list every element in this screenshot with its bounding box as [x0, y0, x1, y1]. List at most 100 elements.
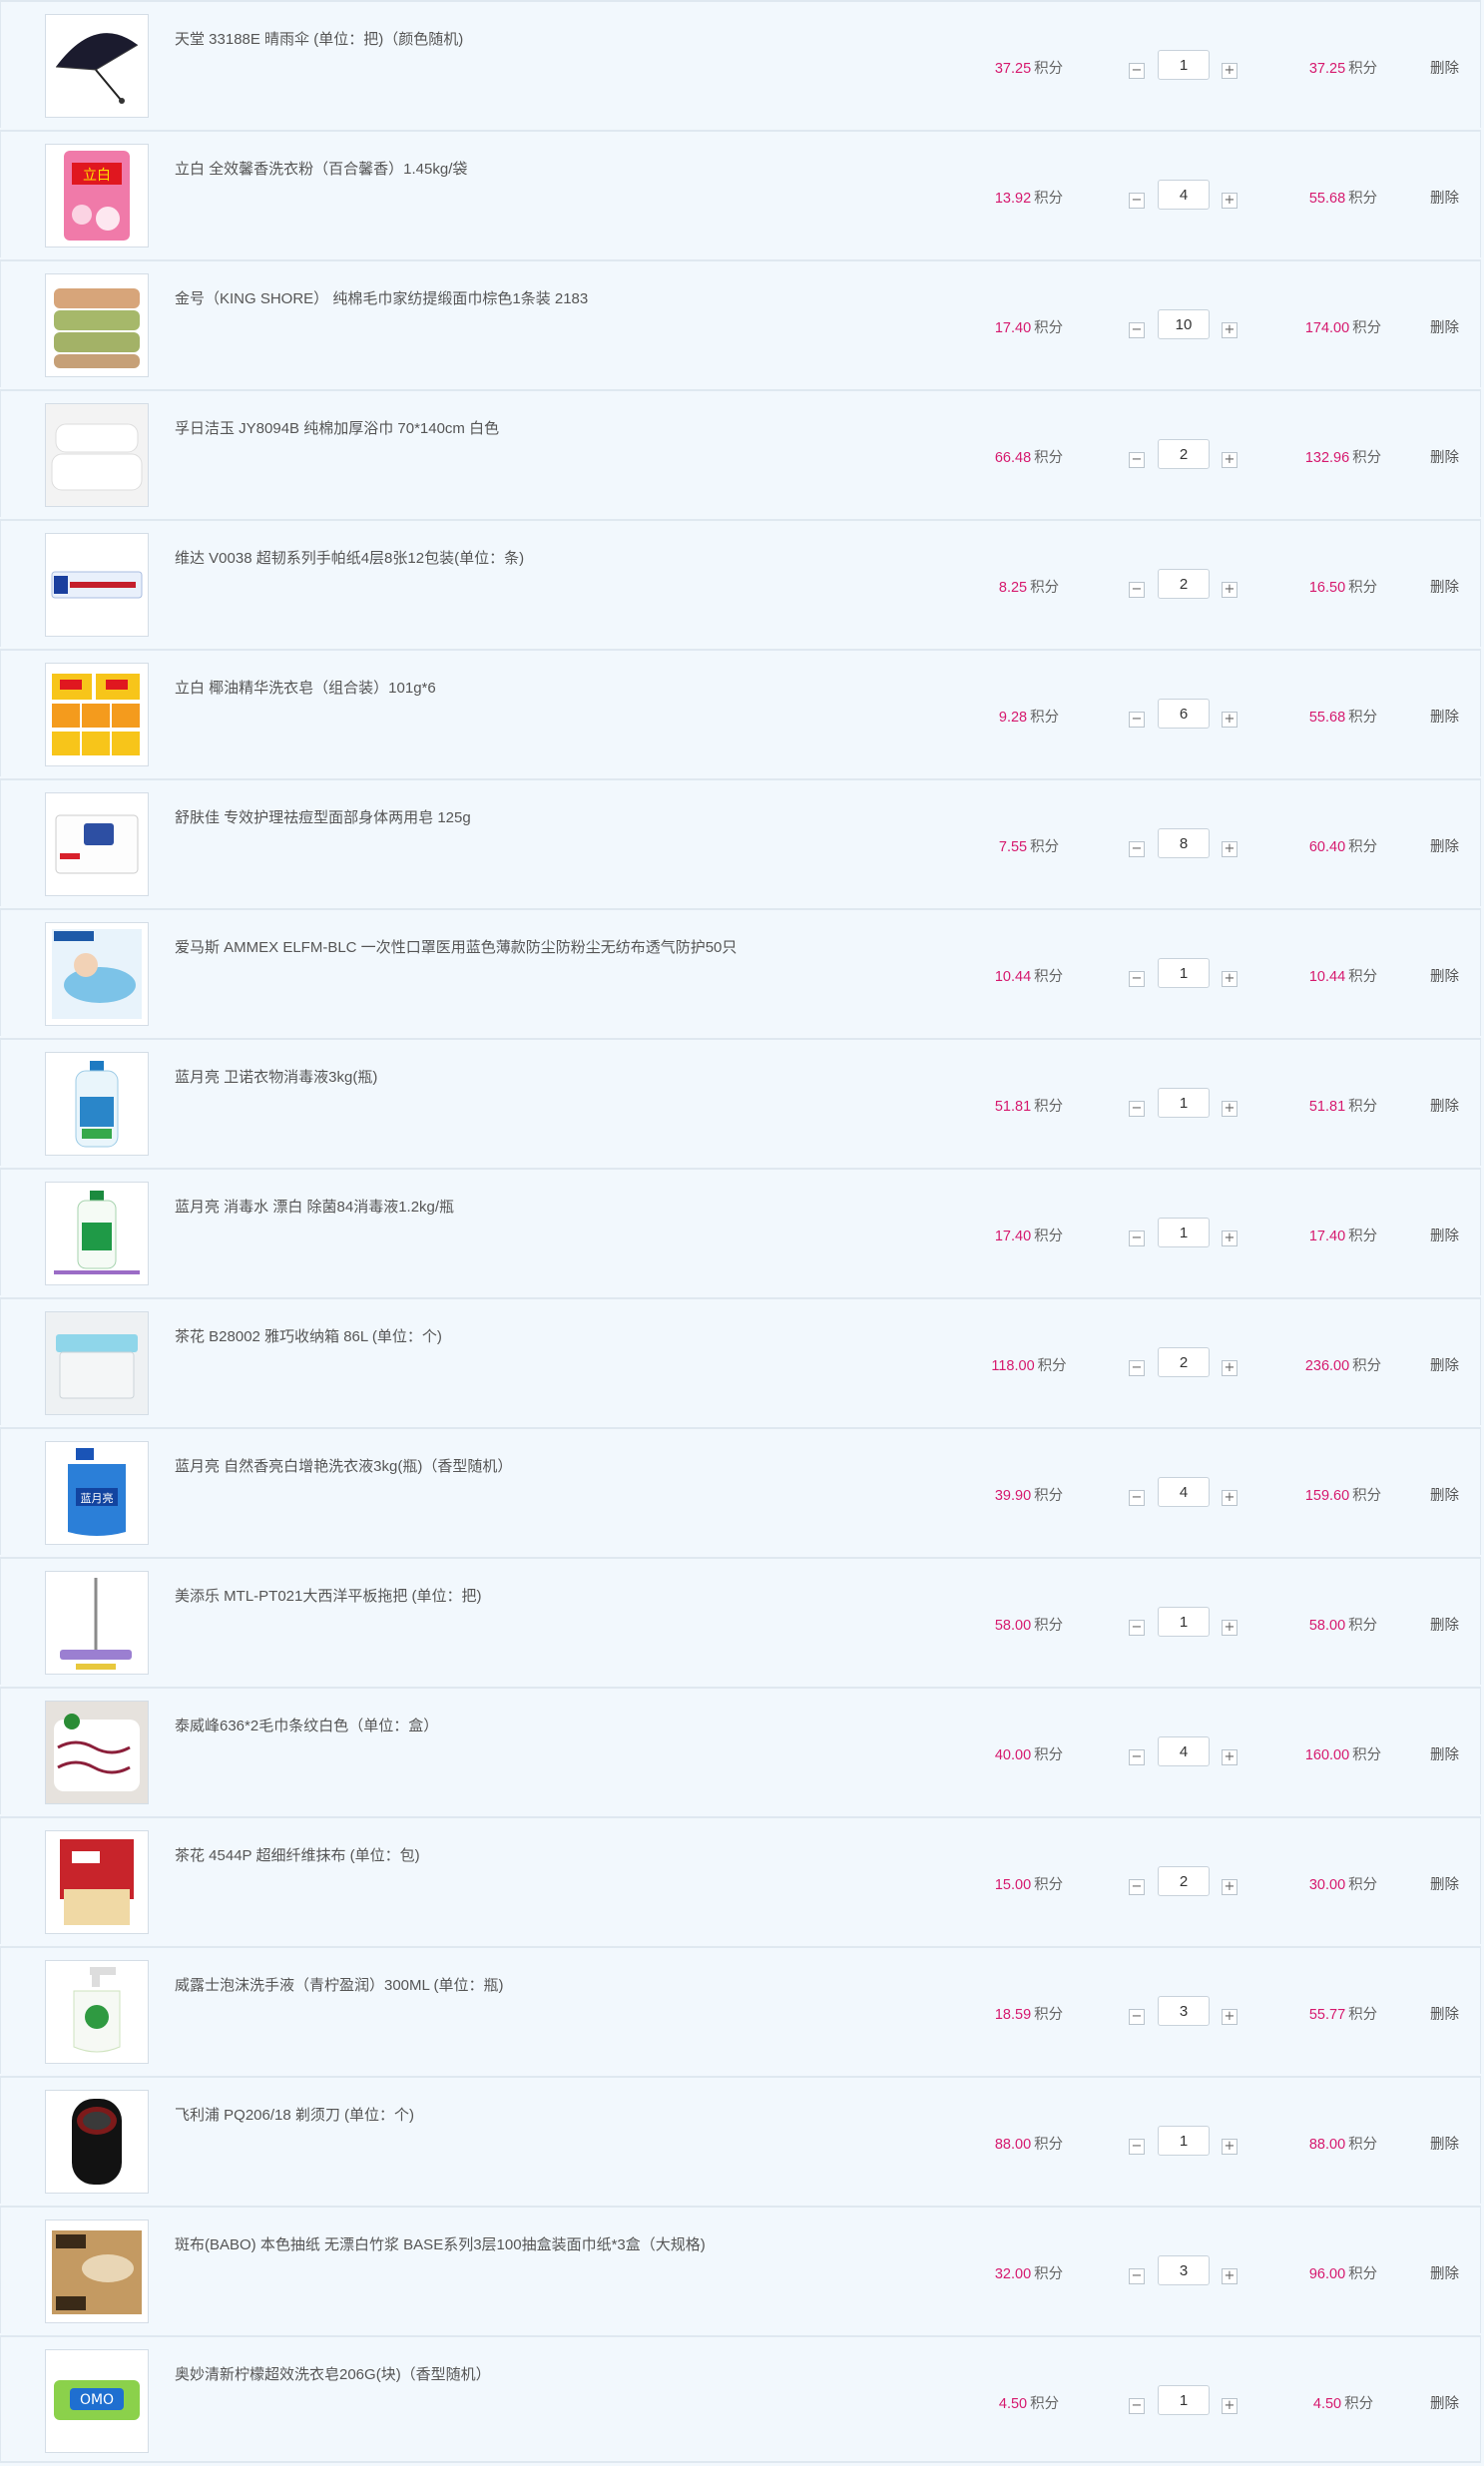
product-thumbnail[interactable] [45, 1311, 149, 1415]
product-thumbnail[interactable] [45, 14, 149, 118]
delete-item-link[interactable]: 删除 [1430, 1873, 1459, 1894]
quantity-input[interactable] [1158, 1866, 1210, 1896]
product-thumbnail[interactable] [45, 792, 149, 896]
qty-decrease-button[interactable]: − [1129, 1231, 1145, 1246]
product-name[interactable]: 爱马斯 AMMEX ELFM-BLC 一次性口罩医用蓝色薄款防尘防粉尘无纺布透气… [175, 936, 737, 957]
qty-increase-button[interactable]: + [1222, 1620, 1237, 1636]
qty-increase-button[interactable]: + [1222, 1490, 1237, 1506]
quantity-input[interactable] [1158, 1347, 1210, 1377]
qty-decrease-button[interactable]: − [1129, 841, 1145, 857]
product-name[interactable]: 蓝月亮 自然香亮白增艳洗衣液3kg(瓶)（香型随机） [175, 1455, 512, 1476]
product-name[interactable]: 孚日洁玉 JY8094B 纯棉加厚浴巾 70*140cm 白色 [175, 417, 499, 438]
quantity-input[interactable] [1158, 958, 1210, 988]
quantity-input[interactable] [1158, 50, 1210, 80]
product-name[interactable]: 奥妙清新柠檬超效洗衣皂206G(块)（香型随机） [175, 2363, 491, 2384]
qty-increase-button[interactable]: + [1222, 971, 1237, 987]
product-thumbnail[interactable]: 立白 [45, 144, 149, 247]
product-thumbnail[interactable] [45, 922, 149, 1026]
product-name[interactable]: 天堂 33188E 晴雨伞 (单位：把)（颜色随机) [175, 28, 463, 49]
qty-increase-button[interactable]: + [1222, 582, 1237, 598]
quantity-input[interactable] [1158, 1477, 1210, 1507]
qty-increase-button[interactable]: + [1222, 1101, 1237, 1117]
delete-item-link[interactable]: 删除 [1430, 446, 1459, 467]
quantity-input[interactable] [1158, 2126, 1210, 2156]
product-thumbnail[interactable]: OMO [45, 2349, 149, 2453]
qty-increase-button[interactable]: + [1222, 1360, 1237, 1376]
delete-item-link[interactable]: 删除 [1430, 2133, 1459, 2154]
delete-item-link[interactable]: 删除 [1430, 835, 1459, 856]
product-name[interactable]: 舒肤佳 专效护理祛痘型面部身体两用皂 125g [175, 806, 471, 827]
qty-decrease-button[interactable]: − [1129, 1101, 1145, 1117]
product-name[interactable]: 金号（KING SHORE） 纯棉毛巾家纺提缎面巾棕色1条装 2183 [175, 287, 588, 308]
qty-decrease-button[interactable]: − [1129, 2139, 1145, 2155]
product-thumbnail[interactable] [45, 1960, 149, 2064]
quantity-input[interactable] [1158, 699, 1210, 729]
qty-decrease-button[interactable]: − [1129, 582, 1145, 598]
product-name[interactable]: 立白 全效馨香洗衣粉（百合馨香）1.45kg/袋 [175, 158, 467, 179]
product-thumbnail[interactable] [45, 1182, 149, 1285]
quantity-input[interactable] [1158, 1996, 1210, 2026]
delete-item-link[interactable]: 删除 [1430, 1354, 1459, 1375]
product-name[interactable]: 飞利浦 PQ206/18 剃须刀 (单位：个) [175, 2104, 414, 2125]
delete-item-link[interactable]: 删除 [1430, 1743, 1459, 1764]
quantity-input[interactable] [1158, 2385, 1210, 2415]
qty-increase-button[interactable]: + [1222, 1231, 1237, 1246]
quantity-input[interactable] [1158, 828, 1210, 858]
qty-increase-button[interactable]: + [1222, 193, 1237, 209]
product-thumbnail[interactable]: 蓝月亮 [45, 1441, 149, 1545]
delete-item-link[interactable]: 删除 [1430, 2262, 1459, 2283]
qty-decrease-button[interactable]: − [1129, 1360, 1145, 1376]
quantity-input[interactable] [1158, 439, 1210, 469]
product-name[interactable]: 泰威峰636*2毛巾条纹白色（单位：盒） [175, 1715, 438, 1735]
qty-decrease-button[interactable]: − [1129, 2268, 1145, 2284]
qty-increase-button[interactable]: + [1222, 2398, 1237, 2414]
qty-decrease-button[interactable]: − [1129, 2009, 1145, 2025]
qty-decrease-button[interactable]: − [1129, 193, 1145, 209]
qty-increase-button[interactable]: + [1222, 1749, 1237, 1765]
quantity-input[interactable] [1158, 1607, 1210, 1637]
qty-increase-button[interactable]: + [1222, 1879, 1237, 1895]
product-thumbnail[interactable] [45, 533, 149, 637]
quantity-input[interactable] [1158, 180, 1210, 210]
product-name[interactable]: 茶花 B28002 雅巧收纳箱 86L (单位：个) [175, 1325, 442, 1346]
quantity-input[interactable] [1158, 1088, 1210, 1118]
quantity-input[interactable] [1158, 1736, 1210, 1766]
product-thumbnail[interactable] [45, 2219, 149, 2323]
product-thumbnail[interactable] [45, 663, 149, 766]
qty-increase-button[interactable]: + [1222, 2268, 1237, 2284]
product-thumbnail[interactable] [45, 1052, 149, 1156]
qty-increase-button[interactable]: + [1222, 841, 1237, 857]
delete-item-link[interactable]: 删除 [1430, 57, 1459, 78]
delete-item-link[interactable]: 删除 [1430, 706, 1459, 727]
product-thumbnail[interactable] [45, 1571, 149, 1675]
qty-decrease-button[interactable]: − [1129, 452, 1145, 468]
product-name[interactable]: 茶花 4544P 超细纤维抹布 (单位：包) [175, 1844, 420, 1865]
delete-item-link[interactable]: 删除 [1430, 965, 1459, 986]
delete-item-link[interactable]: 删除 [1430, 1614, 1459, 1635]
qty-decrease-button[interactable]: − [1129, 1620, 1145, 1636]
qty-increase-button[interactable]: + [1222, 452, 1237, 468]
quantity-input[interactable] [1158, 2255, 1210, 2285]
product-name[interactable]: 斑布(BABO) 本色抽纸 无漂白竹浆 BASE系列3层100抽盒装面巾纸*3盒… [175, 2233, 706, 2254]
qty-decrease-button[interactable]: − [1129, 322, 1145, 338]
qty-increase-button[interactable]: + [1222, 322, 1237, 338]
delete-item-link[interactable]: 删除 [1430, 187, 1459, 208]
qty-decrease-button[interactable]: − [1129, 971, 1145, 987]
product-name[interactable]: 蓝月亮 卫诺衣物消毒液3kg(瓶) [175, 1066, 377, 1087]
qty-decrease-button[interactable]: − [1129, 1490, 1145, 1506]
qty-increase-button[interactable]: + [1222, 2139, 1237, 2155]
product-thumbnail[interactable] [45, 403, 149, 507]
product-name[interactable]: 立白 椰油精华洗衣皂（组合装）101g*6 [175, 677, 436, 698]
delete-item-link[interactable]: 删除 [1430, 2003, 1459, 2024]
product-thumbnail[interactable] [45, 1701, 149, 1804]
delete-item-link[interactable]: 删除 [1430, 1225, 1459, 1245]
delete-item-link[interactable]: 删除 [1430, 1095, 1459, 1116]
qty-increase-button[interactable]: + [1222, 712, 1237, 728]
qty-increase-button[interactable]: + [1222, 2009, 1237, 2025]
product-name[interactable]: 维达 V0038 超韧系列手帕纸4层8张12包装(单位：条) [175, 547, 524, 568]
product-name[interactable]: 威露士泡沫洗手液（青柠盈润）300ML (单位：瓶) [175, 1974, 503, 1995]
qty-decrease-button[interactable]: − [1129, 2398, 1145, 2414]
qty-decrease-button[interactable]: − [1129, 63, 1145, 79]
product-thumbnail[interactable] [45, 2090, 149, 2194]
qty-increase-button[interactable]: + [1222, 63, 1237, 79]
